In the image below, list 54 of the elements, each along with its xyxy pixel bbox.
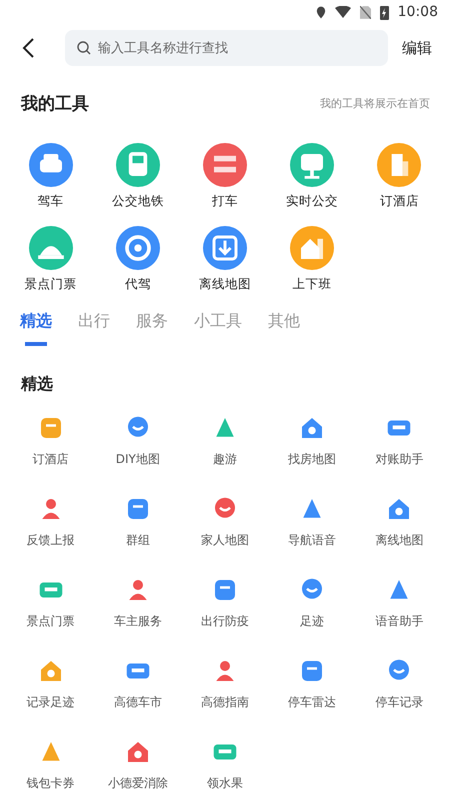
section-hint: 我的工具将展示在首页 bbox=[320, 96, 430, 111]
wifi-icon bbox=[334, 6, 351, 18]
tool-label: 订酒店 bbox=[32, 451, 69, 468]
tool-label: 小德爱消除 bbox=[108, 775, 168, 792]
tool-label: 出行防疫 bbox=[200, 613, 249, 630]
house-icon[interactable] bbox=[290, 226, 334, 270]
monitor-icon[interactable] bbox=[290, 143, 334, 187]
tool-label: 停车雷达 bbox=[288, 694, 336, 711]
category-tab[interactable]: 小工具 bbox=[184, 305, 252, 346]
bus-icon[interactable] bbox=[116, 143, 160, 187]
tool-label: 趣游 bbox=[212, 451, 237, 468]
tool-label: 停车记录 bbox=[375, 694, 424, 711]
steering-wheel-icon[interactable] bbox=[116, 226, 160, 270]
tool-label: 群组 bbox=[126, 532, 150, 549]
tool-label: 车主服务 bbox=[114, 613, 162, 630]
tool-label: 语音助手 bbox=[375, 613, 424, 630]
category-tab[interactable]: 其他 bbox=[258, 305, 310, 346]
tool-label: 找房地图 bbox=[288, 451, 336, 468]
tool-label: 足迹 bbox=[300, 613, 324, 630]
search-field[interactable]: 输入工具名称进行查找 bbox=[65, 30, 388, 66]
car-icon[interactable] bbox=[28, 143, 73, 187]
tool-label: 记录足迹 bbox=[26, 694, 75, 711]
battery-icon bbox=[380, 4, 389, 20]
tool-label: 驾车 bbox=[38, 193, 64, 210]
category-tab[interactable]: 精选 bbox=[10, 305, 62, 346]
tool-label: 离线地图 bbox=[375, 532, 424, 549]
tool-label: 高德车市 bbox=[114, 694, 162, 711]
tool-label: 领水果 bbox=[206, 775, 243, 792]
tool-label: 对账助手 bbox=[375, 451, 424, 468]
tool-label: 订酒店 bbox=[380, 193, 419, 210]
category-tab[interactable]: 出行 bbox=[68, 305, 120, 346]
status-time: 10:08 bbox=[398, 4, 438, 20]
tool-label: 高德指南 bbox=[200, 694, 249, 711]
tool-label: 公交地铁 bbox=[112, 193, 164, 210]
tool-label: 钱包卡券 bbox=[26, 775, 75, 792]
tool-label: 反馈上报 bbox=[26, 532, 75, 549]
tool-label: 上下班 bbox=[292, 276, 332, 293]
back-icon[interactable] bbox=[22, 38, 34, 58]
tool-label: 打车 bbox=[212, 193, 238, 210]
tool-label: 家人地图 bbox=[200, 532, 249, 549]
tool-label: 景点门票 bbox=[24, 276, 77, 293]
tool-label: 离线地图 bbox=[198, 276, 251, 293]
tool-label: 景点门票 bbox=[26, 613, 75, 630]
location-icon bbox=[316, 6, 326, 18]
search-icon bbox=[77, 41, 91, 55]
no-sim-icon bbox=[360, 6, 371, 18]
tool-label: DIY地图 bbox=[116, 451, 160, 468]
category-tab[interactable]: 服务 bbox=[126, 305, 178, 346]
tool-label: 导航语音 bbox=[288, 532, 336, 549]
section-title: 精选 bbox=[20, 373, 54, 395]
edit-button[interactable]: 编辑 bbox=[398, 34, 436, 62]
tool-label: 代驾 bbox=[124, 276, 151, 293]
section-title: 我的工具 bbox=[21, 93, 89, 115]
tool-label: 实时公交 bbox=[286, 193, 338, 210]
